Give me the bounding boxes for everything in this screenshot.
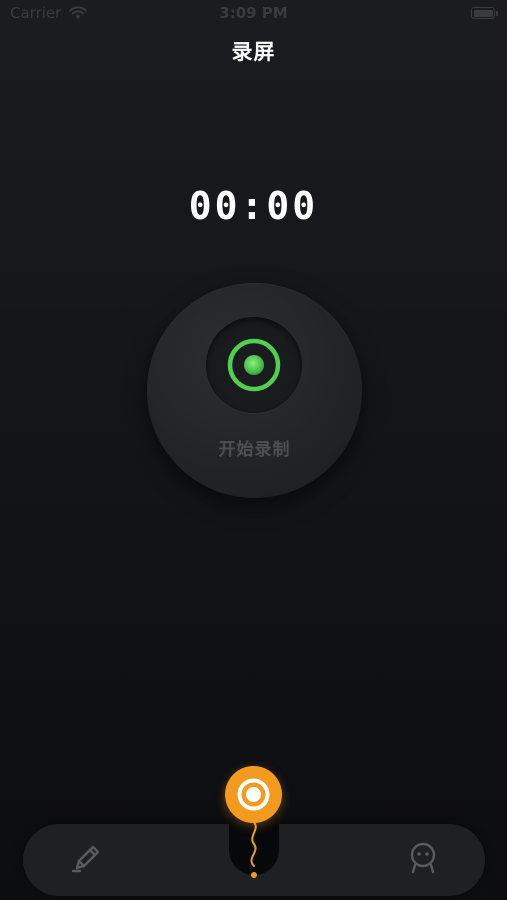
status-bar: Carrier 3:09 PM — [0, 0, 507, 28]
start-recording-label: 开始录制 — [218, 440, 291, 460]
battery-icon — [471, 7, 498, 19]
start-recording-button[interactable]: 开始录制 — [147, 283, 362, 498]
recording-timer: 00:00 — [188, 184, 319, 228]
tab-edit[interactable] — [67, 838, 107, 878]
tab-record[interactable] — [225, 766, 282, 823]
record-dot-icon — [227, 338, 281, 392]
record-icon — [237, 778, 270, 811]
page-title: 录屏 — [231, 40, 276, 64]
pencil-icon — [71, 845, 100, 873]
active-tab-indicator — [250, 821, 257, 878]
status-time: 3:09 PM — [219, 4, 288, 22]
record-icon-well — [206, 317, 302, 413]
user-icon — [410, 842, 436, 874]
tab-profile[interactable] — [403, 838, 443, 878]
